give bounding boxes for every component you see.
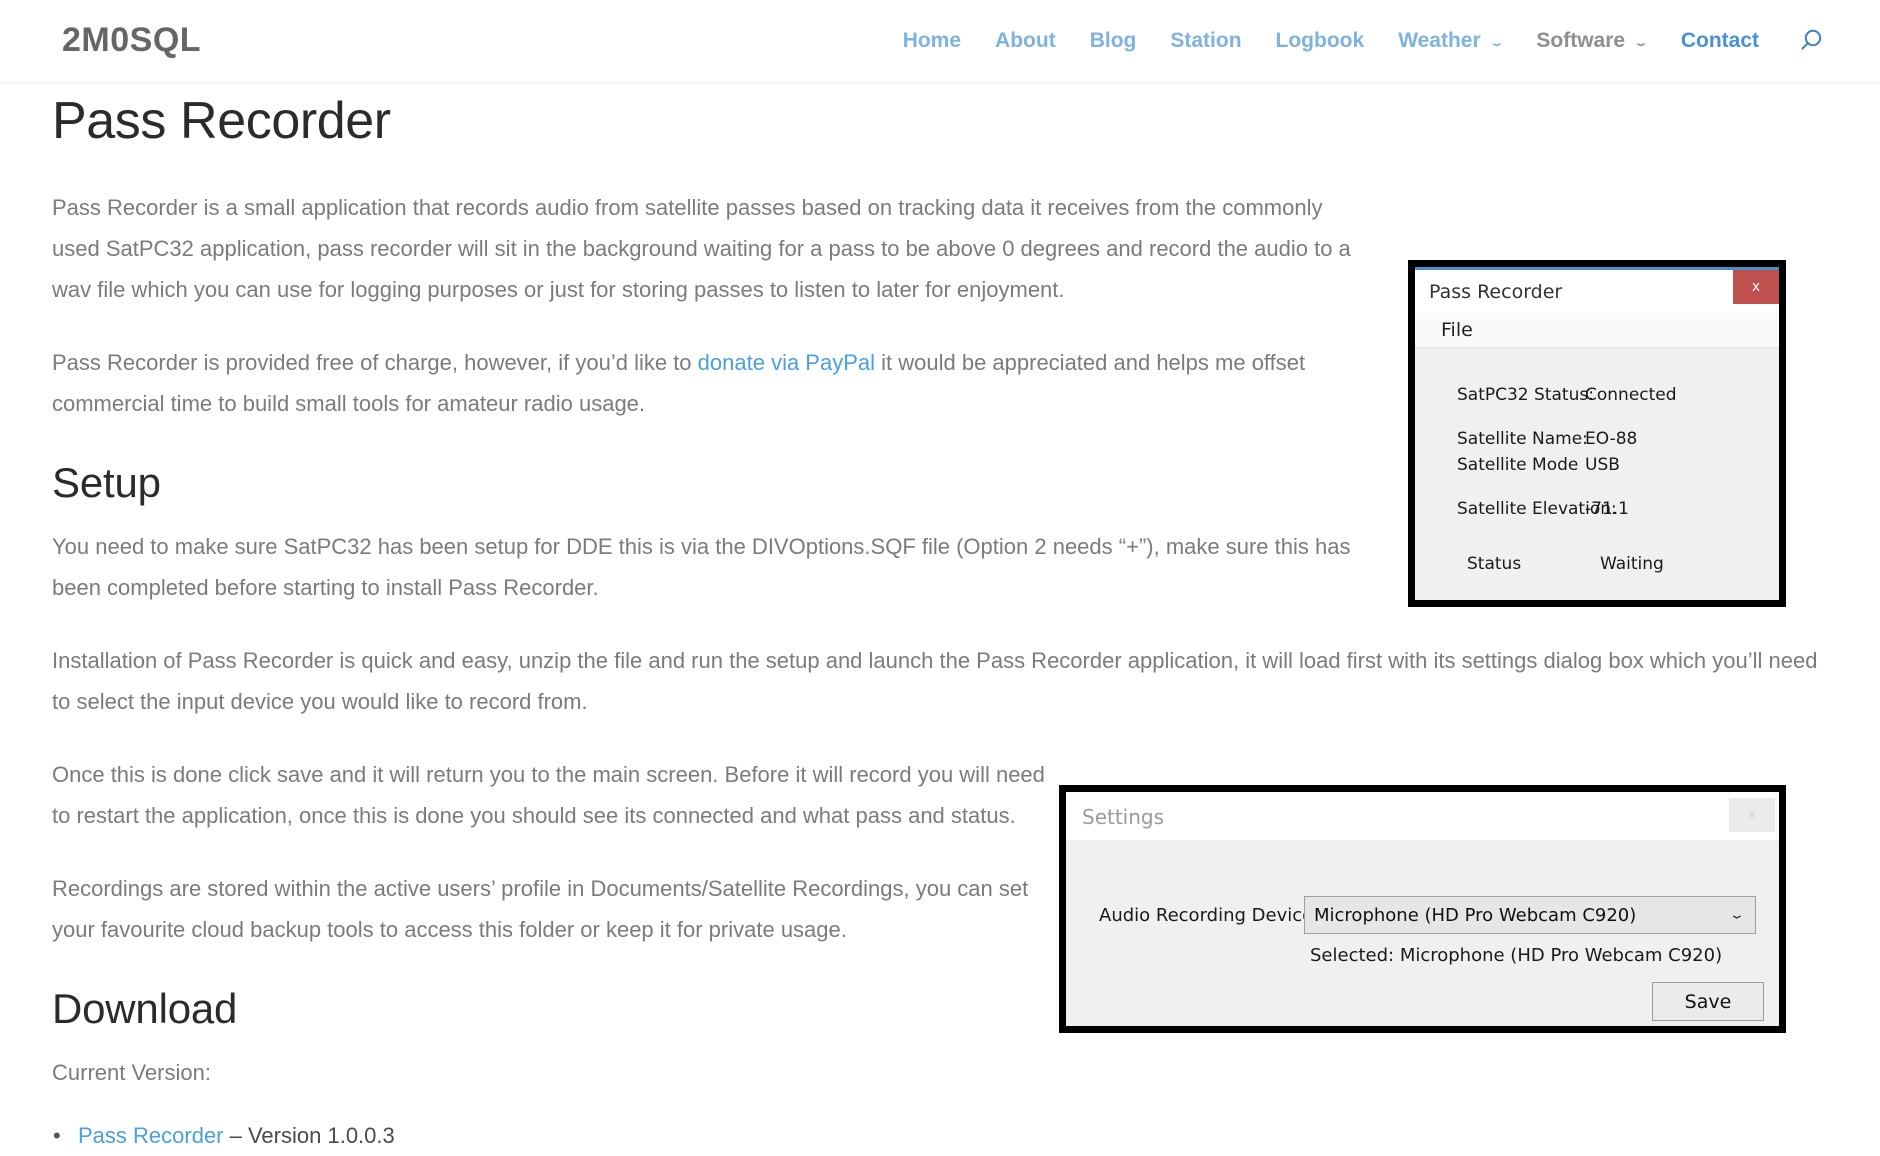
field-value: -71.1 bbox=[1585, 499, 1629, 519]
search-toggle-button[interactable] bbox=[1794, 24, 1828, 58]
nav-item-home[interactable]: Home bbox=[886, 27, 978, 55]
paragraph-setup-1: You need to make sure SatPC32 has been s… bbox=[52, 534, 1351, 600]
settings-screenshot: Settings x Audio Recording Device: Micro… bbox=[1059, 785, 1786, 1033]
page-title: Pass Recorder bbox=[52, 92, 391, 150]
settings-body: Audio Recording Device: Microphone (HD P… bbox=[1066, 841, 1779, 1026]
nav-label: About bbox=[995, 29, 1056, 52]
field-satellite-mode: Satellite Mode USB bbox=[1415, 452, 1779, 478]
nav-label: Station bbox=[1170, 29, 1242, 52]
search-icon bbox=[1801, 29, 1822, 50]
paragraph-setup-3: Once this is done click save and it will… bbox=[52, 762, 1045, 828]
nav-item-blog[interactable]: Blog bbox=[1073, 27, 1154, 55]
nav-label: Home bbox=[902, 29, 962, 52]
field-satellite-elevation: Satellite Elevation: -71.1 bbox=[1415, 496, 1779, 522]
nav-label: Logbook bbox=[1275, 29, 1365, 52]
chevron-down-icon: ⌄ bbox=[1633, 36, 1649, 48]
main-navigation: Home About Blog Station Logbook Weather … bbox=[886, 24, 1828, 58]
nav-item-logbook[interactable]: Logbook bbox=[1259, 27, 1382, 55]
audio-recording-device-label: Audio Recording Device: bbox=[1099, 905, 1320, 926]
save-button[interactable]: Save bbox=[1652, 982, 1764, 1021]
site-logo[interactable]: 2M0SQL bbox=[62, 18, 201, 62]
pass-recorder-window: Pass Recorder x File SatPC32 Status: Con… bbox=[1415, 267, 1779, 600]
close-icon[interactable]: x bbox=[1733, 270, 1779, 304]
nav-item-contact[interactable]: Contact bbox=[1664, 27, 1776, 55]
audio-device-selected-value: Microphone (HD Pro Webcam C920) bbox=[1314, 905, 1637, 926]
settings-window-title: Settings bbox=[1082, 805, 1165, 829]
nav-item-weather[interactable]: Weather ⌄ bbox=[1381, 27, 1519, 55]
nav-item-station[interactable]: Station bbox=[1153, 27, 1258, 55]
field-satpc32-status: SatPC32 Status: Connected bbox=[1415, 382, 1779, 408]
audio-device-select[interactable]: Microphone (HD Pro Webcam C920) ⌄ bbox=[1304, 896, 1756, 934]
list-item: Pass Recorder – Version 1.0.0.3 bbox=[53, 1115, 1822, 1156]
nav-label: Weather bbox=[1398, 29, 1481, 52]
settings-titlebar: Settings x bbox=[1066, 792, 1779, 841]
nav-label: Blog bbox=[1089, 29, 1137, 52]
window-titlebar: Pass Recorder x bbox=[1415, 270, 1779, 313]
window-body: SatPC32 Status: Connected Satellite Name… bbox=[1415, 348, 1779, 600]
field-value: Connected bbox=[1585, 385, 1677, 405]
download-link-pass-recorder[interactable]: Pass Recorder bbox=[78, 1123, 224, 1148]
nav-label: Contact bbox=[1680, 29, 1759, 52]
download-list: Pass Recorder – Version 1.0.0.3 bbox=[52, 1115, 1822, 1156]
chevron-down-icon: ⌄ bbox=[1728, 907, 1746, 921]
current-version-label: Current Version: bbox=[52, 1060, 211, 1085]
chevron-down-icon: ⌄ bbox=[1488, 36, 1505, 48]
paragraph-donate: Pass Recorder is provided free of charge… bbox=[52, 342, 1397, 424]
selected-device-text: Selected: Microphone (HD Pro Webcam C920… bbox=[1310, 945, 1723, 966]
paragraph-setup-4: Recordings are stored within the active … bbox=[52, 876, 1029, 942]
site-header: 2M0SQL Home About Blog Station Logbook W… bbox=[0, 0, 1880, 82]
paragraph-intro: Pass Recorder is a small application tha… bbox=[52, 195, 1351, 302]
field-value: Waiting bbox=[1600, 554, 1664, 574]
download-version-text: – Version 1.0.0.3 bbox=[223, 1123, 395, 1148]
field-value: EO-88 bbox=[1585, 429, 1638, 449]
pass-recorder-screenshot: Pass Recorder x File SatPC32 Status: Con… bbox=[1408, 260, 1786, 607]
window-title: Pass Recorder bbox=[1429, 281, 1563, 303]
donate-text-before: Pass Recorder is provided free of charge… bbox=[52, 350, 698, 375]
field-label: Status bbox=[1467, 554, 1522, 574]
field-label: Satellite Name: bbox=[1457, 429, 1588, 449]
close-icon[interactable]: x bbox=[1729, 798, 1775, 832]
nav-item-software[interactable]: Software ⌄ bbox=[1519, 27, 1663, 55]
field-label: SatPC32 Status: bbox=[1457, 385, 1594, 405]
paragraph-setup-2: Installation of Pass Recorder is quick a… bbox=[52, 648, 1818, 714]
settings-window: Settings x Audio Recording Device: Micro… bbox=[1066, 792, 1779, 1026]
field-label: Satellite Elevation: bbox=[1457, 499, 1617, 519]
field-satellite-name: Satellite Name: EO-88 bbox=[1415, 426, 1779, 452]
nav-label: Software bbox=[1536, 29, 1626, 52]
nav-item-about[interactable]: About bbox=[978, 27, 1073, 55]
field-label: Satellite Mode bbox=[1457, 455, 1579, 475]
field-value: USB bbox=[1585, 455, 1620, 475]
donate-paypal-link[interactable]: donate via PayPal bbox=[698, 350, 875, 375]
menu-item-file[interactable]: File bbox=[1441, 318, 1473, 342]
field-status: Status Waiting bbox=[1415, 551, 1779, 577]
window-menubar: File bbox=[1415, 313, 1779, 348]
